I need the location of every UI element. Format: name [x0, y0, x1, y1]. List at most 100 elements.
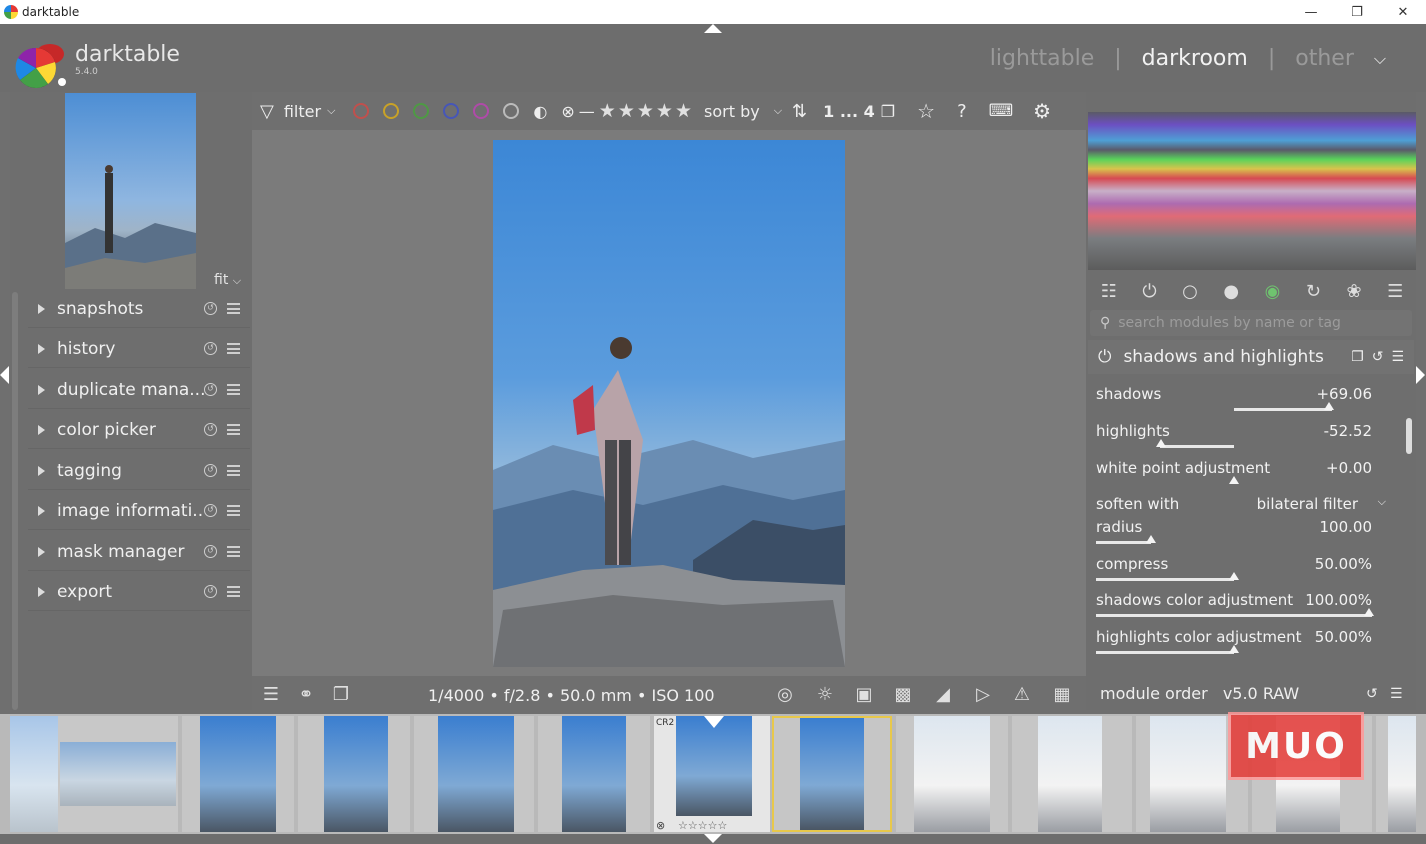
color-picker-icon[interactable]: ◎: [774, 684, 796, 706]
reset-icon[interactable]: ↺: [204, 302, 217, 315]
reset-icon[interactable]: ↺: [204, 423, 217, 436]
correct-group-icon[interactable]: ↻: [1306, 281, 1321, 302]
thumb-stars[interactable]: ☆☆☆☆☆: [678, 819, 727, 832]
presets-menu-icon[interactable]: ☰: [1387, 281, 1403, 302]
color-label-red-icon[interactable]: [353, 103, 370, 119]
slider-radius[interactable]: [1096, 535, 1372, 546]
right-panel-scrollbar[interactable]: [1406, 418, 1412, 454]
filmstrip-thumb[interactable]: [1376, 716, 1416, 832]
color-label-green-icon[interactable]: [413, 103, 430, 119]
module-tagging[interactable]: tagging ↺: [28, 452, 250, 490]
guides-grid-icon[interactable]: ▦: [1051, 684, 1073, 706]
softproof-icon[interactable]: ▣: [853, 684, 875, 706]
star-icon[interactable]: ★: [656, 100, 673, 122]
star-icon[interactable]: ★: [675, 100, 692, 122]
multi-instance-icon[interactable]: ❐: [1351, 349, 1364, 365]
module-power-icon[interactable]: ⏻: [1098, 347, 1111, 367]
param-shadows-color-adjustment[interactable]: shadows color adjustment 100.00%: [1096, 591, 1372, 609]
close-button[interactable]: ✕: [1380, 0, 1426, 24]
presets-menu-icon[interactable]: [227, 465, 240, 476]
filmstrip-thumb-current[interactable]: CR2 ⊗ ☆☆☆☆☆: [654, 716, 770, 832]
filmstrip-thumb[interactable]: [1012, 716, 1132, 832]
filter-label[interactable]: filter: [284, 102, 321, 121]
reset-icon[interactable]: ↺: [1366, 686, 1378, 702]
star-icon[interactable]: ★: [618, 100, 635, 122]
filmstrip-thumb[interactable]: [182, 716, 294, 832]
param-shadows[interactable]: shadows +69.06: [1096, 385, 1372, 403]
presets-menu-icon[interactable]: [227, 546, 240, 557]
overexposed-icon[interactable]: ◢: [932, 684, 954, 706]
grouping-icon[interactable]: ❐: [881, 102, 895, 121]
slider-shadows-color[interactable]: [1096, 608, 1374, 619]
gamut-check-icon[interactable]: ▩: [892, 684, 914, 706]
warning-icon[interactable]: ⚠: [1011, 684, 1033, 706]
keyboard-icon[interactable]: ⌨: [989, 101, 1014, 121]
star-outline-icon[interactable]: ☆: [917, 99, 935, 123]
chevron-down-icon[interactable]: ⌵: [1374, 49, 1386, 69]
star-icon[interactable]: ★: [637, 100, 654, 122]
quick-access-menu-icon[interactable]: ☰: [260, 684, 282, 706]
view-other[interactable]: other: [1295, 46, 1354, 71]
presets-menu-icon[interactable]: [227, 343, 240, 354]
minimize-button[interactable]: —: [1288, 0, 1334, 24]
reset-icon[interactable]: ↺: [204, 585, 217, 598]
filmstrip-thumb-selected[interactable]: [772, 716, 892, 832]
reject-icon[interactable]: ⊗: [656, 819, 665, 832]
zoom-fit-dropdown[interactable]: fit ⌵: [214, 272, 241, 288]
reset-icon[interactable]: ↺: [204, 383, 217, 396]
sort-order-icon[interactable]: ⇅: [792, 101, 807, 122]
left-panel-scrollbar[interactable]: [12, 292, 18, 710]
view-darkroom[interactable]: darkroom: [1142, 46, 1248, 71]
bulb-icon[interactable]: ☼: [814, 684, 836, 706]
color-label-toggle-icon[interactable]: ◐: [533, 102, 547, 121]
param-white-point-adjustment[interactable]: white point adjustment +0.00: [1096, 459, 1372, 477]
collapse-left-panel-arrow-icon[interactable]: [0, 366, 9, 384]
reset-icon[interactable]: ↺: [204, 342, 217, 355]
presets-menu-icon[interactable]: ☰: [1391, 349, 1404, 365]
collapse-right-panel-arrow-icon[interactable]: [1416, 366, 1425, 384]
module-export[interactable]: export ↺: [28, 573, 250, 611]
second-window-icon[interactable]: ❐: [330, 684, 352, 706]
reset-icon[interactable]: ↺: [204, 464, 217, 477]
module-order[interactable]: module order v5.0 RAW: [1100, 684, 1299, 703]
collapse-top-panel-arrow-icon[interactable]: [704, 24, 722, 33]
slider-highlights[interactable]: [1096, 439, 1372, 450]
star-icon[interactable]: ★: [599, 100, 616, 122]
presets-menu-icon[interactable]: [227, 384, 240, 395]
sort-by-label[interactable]: sort by: [704, 102, 760, 121]
slider-compress[interactable]: [1096, 572, 1372, 583]
histogram[interactable]: [1088, 112, 1416, 270]
color-group-icon[interactable]: ◉: [1265, 281, 1281, 302]
presets-menu-icon[interactable]: [227, 424, 240, 435]
color-label-yellow-icon[interactable]: [383, 103, 400, 119]
filter-funnel-icon[interactable]: ▽: [260, 101, 274, 122]
slider-shadows[interactable]: [1096, 402, 1372, 413]
restore-button[interactable]: ❐: [1334, 0, 1380, 24]
tone-group-icon[interactable]: ●: [1223, 281, 1239, 302]
presets-menu-icon[interactable]: [227, 303, 240, 314]
filmstrip-thumb[interactable]: [10, 716, 178, 832]
module-duplicate-manager[interactable]: duplicate mana... ↺: [28, 371, 250, 409]
view-lighttable[interactable]: lighttable: [990, 46, 1094, 71]
filmstrip-thumb[interactable]: [414, 716, 534, 832]
param-highlights-color-adjustment[interactable]: highlights color adjustment 50.00%: [1096, 628, 1372, 646]
color-label-gray-icon[interactable]: [503, 103, 520, 119]
effect-group-icon[interactable]: ❀: [1346, 281, 1361, 302]
filmstrip-thumb[interactable]: [896, 716, 1008, 832]
presets-menu-icon[interactable]: ☰: [1390, 686, 1403, 702]
reset-icon[interactable]: ↺: [204, 545, 217, 558]
chevron-down-icon[interactable]: ⌵: [774, 104, 782, 118]
module-color-picker[interactable]: color picker ↺: [28, 411, 250, 449]
param-soften-with[interactable]: soften with bilateral filter ⌵: [1096, 495, 1386, 513]
module-header-shadows-and-highlights[interactable]: ⏻ shadows and highlights ❐ ↺ ☰: [1088, 340, 1414, 374]
filmstrip-thumb[interactable]: [538, 716, 650, 832]
gear-icon[interactable]: ⚙: [1033, 99, 1051, 123]
param-highlights[interactable]: highlights -52.52: [1096, 422, 1372, 440]
presets-menu-icon[interactable]: [227, 586, 240, 597]
navigation-thumbnail[interactable]: [65, 93, 196, 289]
base-group-icon[interactable]: ○: [1182, 281, 1198, 302]
main-image[interactable]: [493, 140, 845, 667]
slider-highlights-color[interactable]: [1096, 645, 1372, 656]
collapse-bottom-panel-arrow-icon[interactable]: [704, 834, 722, 843]
module-history[interactable]: history ↺: [28, 330, 250, 368]
